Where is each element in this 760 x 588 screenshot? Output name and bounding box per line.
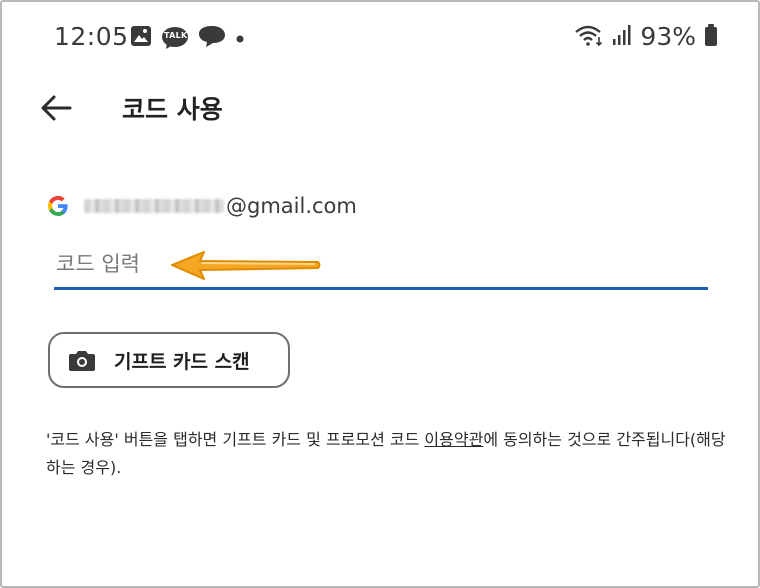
status-time: 12:05 [54, 22, 129, 51]
email-username-blurred [84, 199, 224, 213]
camera-icon [68, 348, 96, 372]
page-title: 코드 사용 [122, 95, 223, 124]
gallery-icon [130, 25, 152, 51]
account-row: @gmail.com [46, 194, 357, 218]
arrow-left-icon [40, 94, 72, 126]
code-input[interactable] [54, 240, 708, 288]
kakaotalk-icon: TALK [161, 26, 189, 50]
system-icons: 93% [574, 22, 718, 51]
chat-bubble-icon [198, 24, 226, 52]
input-underline [54, 287, 708, 290]
battery-percent: 93% [640, 22, 696, 51]
google-logo-icon [46, 194, 70, 218]
talk-badge-text: TALK [164, 31, 188, 40]
terms-link[interactable]: 이용약관 [424, 430, 483, 449]
screen-frame: 12:05 TALK 93% 코드 사용 @gmail.com 코드 입력 기프… [0, 0, 760, 588]
battery-icon [704, 23, 718, 51]
email-domain: @gmail.com [226, 194, 357, 218]
notification-icons: TALK [130, 24, 245, 52]
code-input-container [54, 240, 708, 290]
dot-icon [235, 29, 245, 48]
status-bar: 12:05 TALK 93% [2, 2, 758, 72]
annotation-arrow-icon [168, 248, 324, 286]
scan-gift-card-button[interactable]: 기프트 카드 스캔 [48, 332, 290, 388]
signal-icon [612, 24, 632, 50]
back-button[interactable] [38, 92, 74, 128]
terms-text: '코드 사용' 버튼을 탭하면 기프트 카드 및 프로모션 코드 이용약관에 동… [46, 426, 726, 482]
wifi-icon [574, 23, 604, 51]
terms-text-before: '코드 사용' 버튼을 탭하면 기프트 카드 및 프로모션 코드 [46, 430, 425, 449]
scan-button-label: 기프트 카드 스캔 [114, 350, 250, 373]
